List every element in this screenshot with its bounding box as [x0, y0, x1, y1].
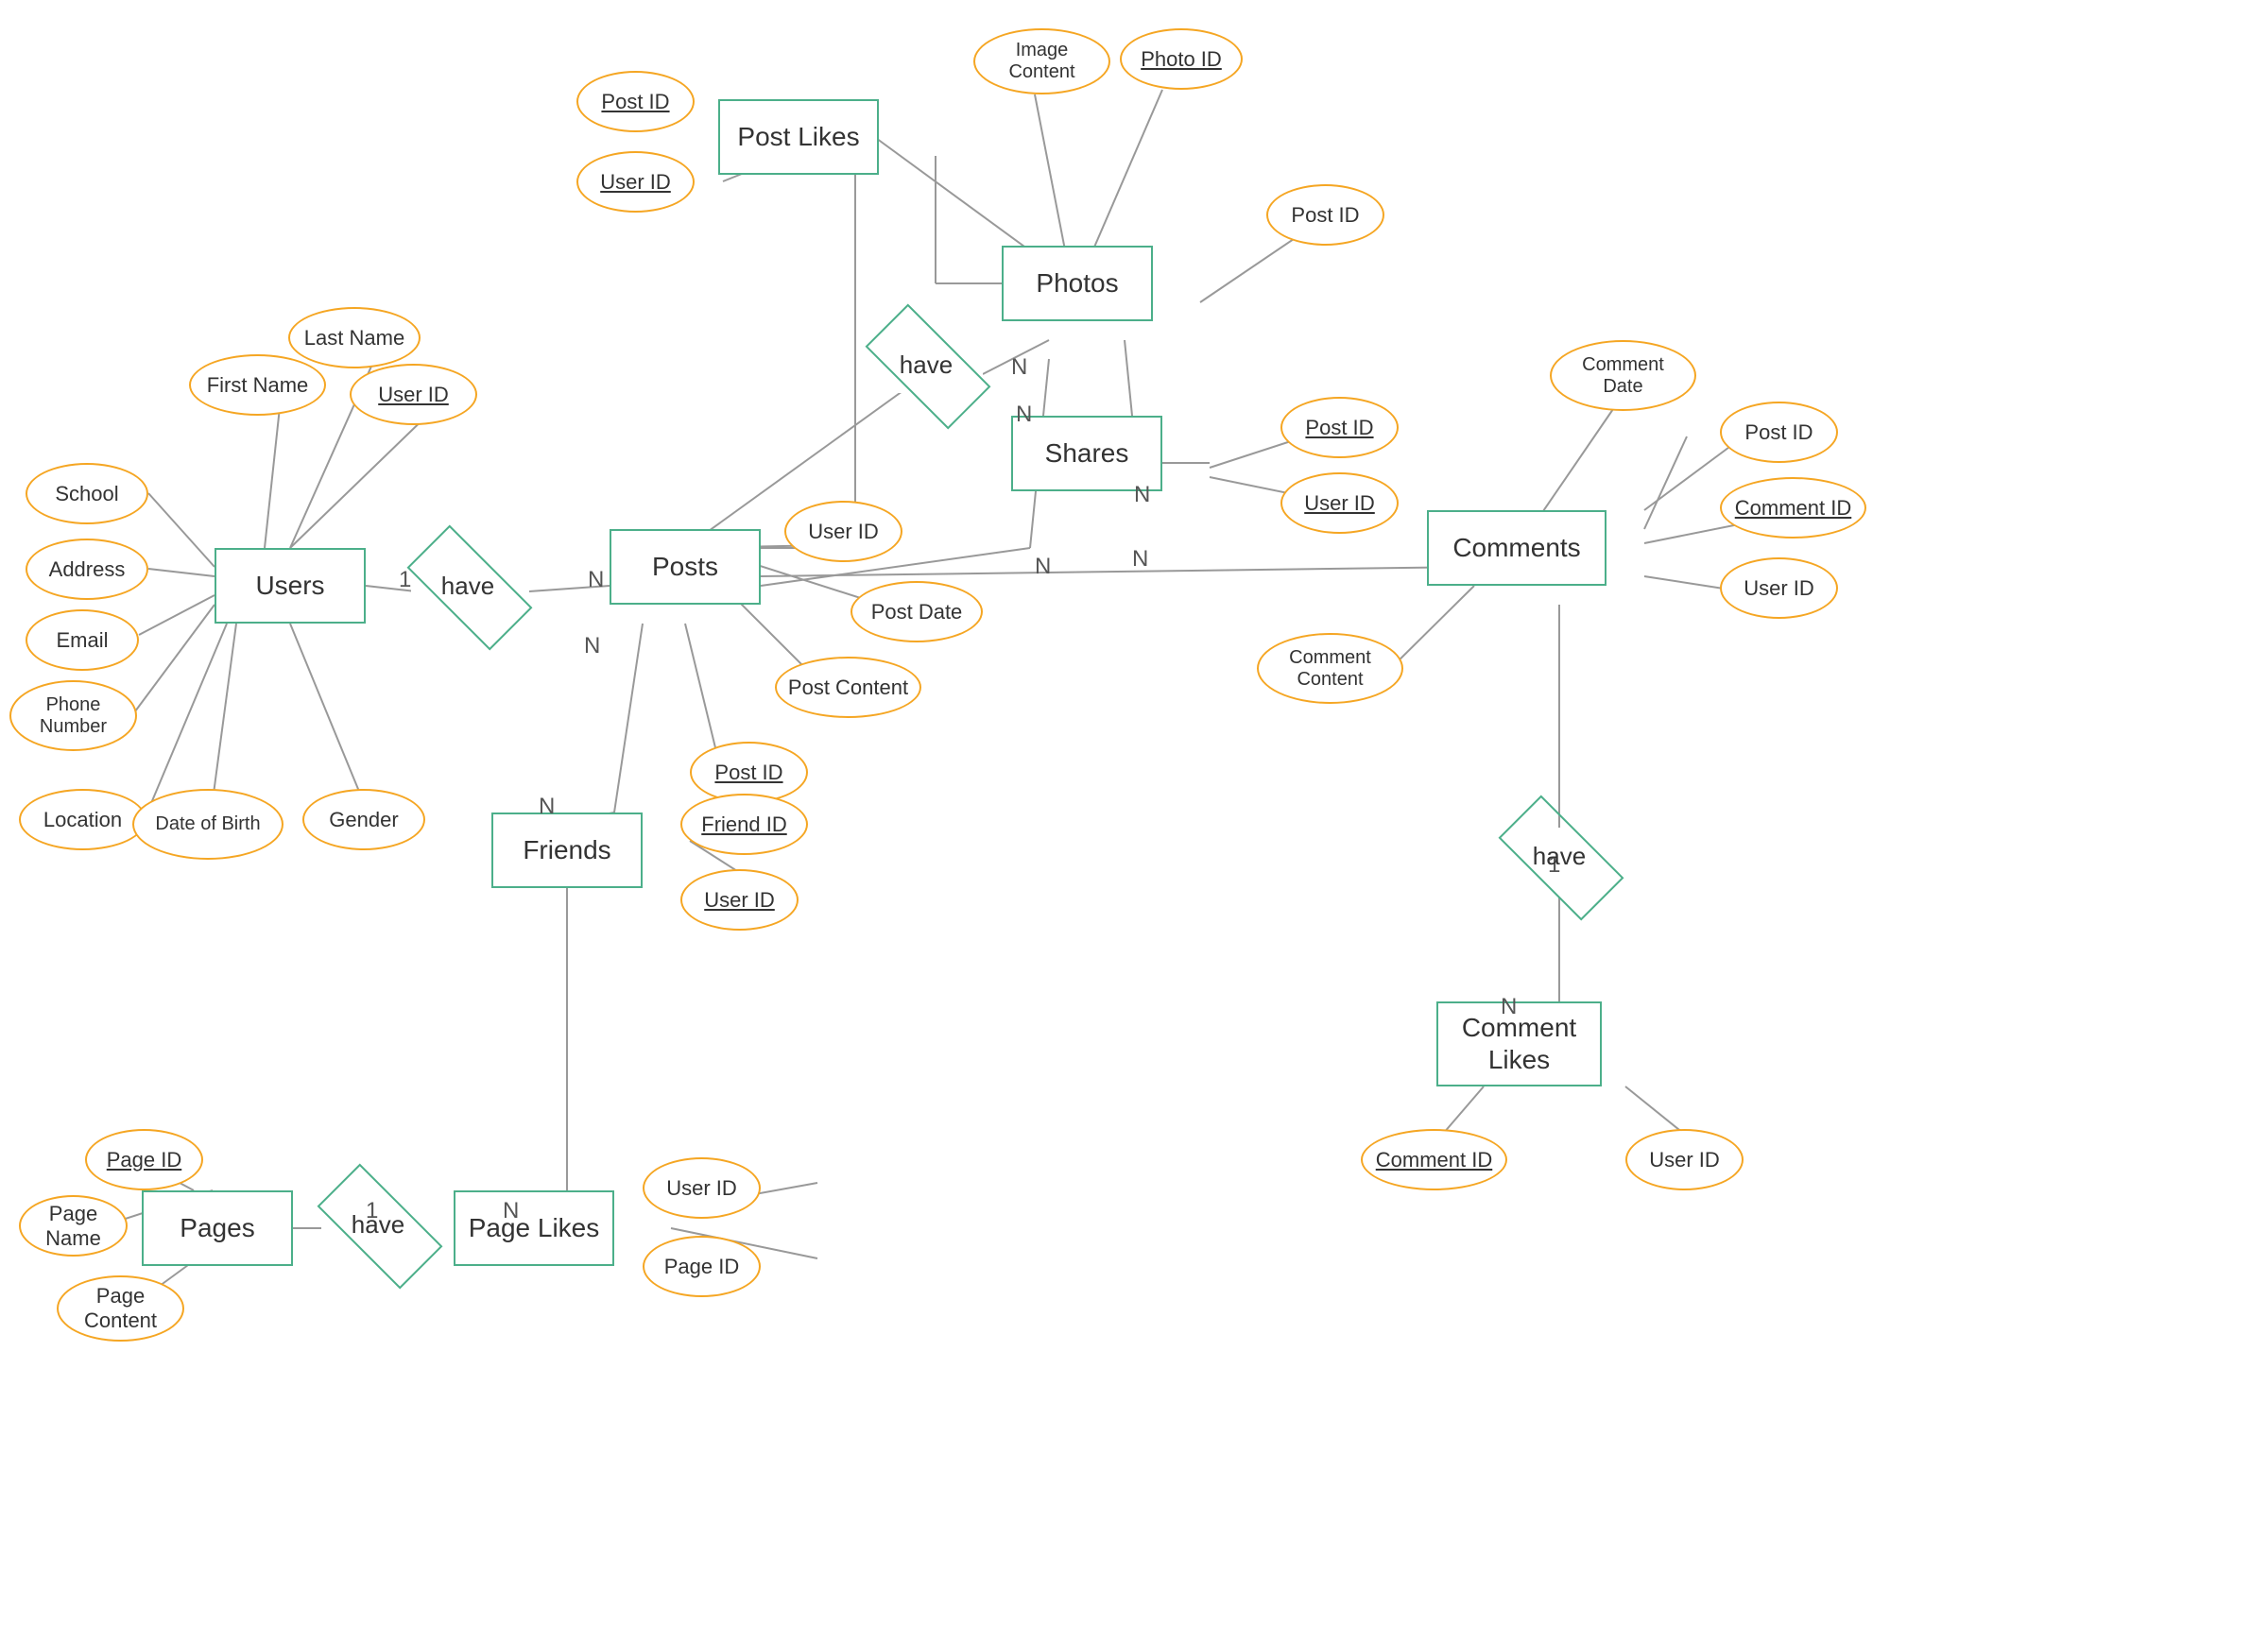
entity-pagelikes: Page Likes — [454, 1190, 614, 1266]
label-N-posts-comments: N — [1035, 554, 1051, 580]
attr-pageid-pagelikes: Page ID — [643, 1236, 761, 1297]
label-N-photos-comments: N — [1132, 546, 1148, 573]
attr-postid-photos: Post ID — [1266, 184, 1384, 246]
entity-shares: Shares — [1011, 416, 1162, 491]
label-1-users-posts: 1 — [399, 567, 411, 593]
attr-pagename: Page Name — [19, 1195, 128, 1257]
relationship-have-users-posts: have — [411, 557, 524, 614]
attr-userid-comments: User ID — [1720, 557, 1838, 619]
label-N-posts-friends2: N — [539, 794, 555, 820]
label-N-shares: N — [1134, 482, 1150, 508]
label-N-commentlikes: N — [1501, 994, 1517, 1020]
entity-commentlikes: CommentLikes — [1436, 1001, 1602, 1086]
attr-school: School — [26, 463, 148, 524]
attr-userid-cl: User ID — [1625, 1129, 1744, 1190]
attr-commentid-cl: Comment ID — [1361, 1129, 1507, 1190]
attr-postid-postlikes: Post ID — [576, 71, 695, 132]
attr-commentdate: CommentDate — [1550, 340, 1696, 411]
attr-friendid: Friend ID — [680, 794, 808, 855]
attr-postid-comments: Post ID — [1720, 402, 1838, 463]
attr-photoid: Photo ID — [1120, 28, 1243, 90]
entity-users: Users — [215, 548, 366, 624]
attr-address: Address — [26, 539, 148, 600]
entity-pages: Pages — [142, 1190, 293, 1266]
attr-userid-pagelikes: User ID — [643, 1157, 761, 1219]
attr-commentid-comments: Comment ID — [1720, 477, 1866, 539]
attr-gender: Gender — [302, 789, 425, 850]
attr-pagecontent: PageContent — [57, 1275, 184, 1342]
attr-userid-friends: User ID — [680, 869, 799, 931]
attr-imagecontent: ImageContent — [973, 28, 1110, 94]
attr-postdate: Post Date — [850, 581, 983, 642]
attr-lastname: Last Name — [288, 307, 421, 368]
label-N-posts-friends1: N — [584, 633, 600, 659]
attr-dob: Date of Birth — [132, 789, 284, 860]
attr-location: Location — [19, 789, 146, 850]
attr-postid-shares: Post ID — [1280, 397, 1399, 458]
entity-comments: Comments — [1427, 510, 1606, 586]
attr-commentcontent: CommentContent — [1257, 633, 1403, 704]
relationship-have-posts-photos: have — [869, 336, 983, 393]
label-N-posts-photos2: N — [1016, 402, 1032, 428]
attr-userid-users: User ID — [350, 364, 477, 425]
entity-photos: Photos — [1002, 246, 1153, 321]
er-diagram: Users Posts Friends Pages Page Likes Pho… — [0, 0, 2268, 1625]
attr-userid-shares: User ID — [1280, 472, 1399, 534]
label-N-pages: N — [503, 1198, 519, 1224]
attr-firstname: First Name — [189, 354, 326, 416]
entity-friends: Friends — [491, 812, 643, 888]
attr-pageid-pages: Page ID — [85, 1129, 203, 1190]
attr-phonenumber: PhoneNumber — [9, 680, 137, 751]
label-N-users-posts: N — [588, 567, 604, 593]
attr-userid-posts: User ID — [784, 501, 902, 562]
attr-email: Email — [26, 609, 139, 671]
entity-postlikes: Post Likes — [718, 99, 879, 175]
attr-userid-postlikes: User ID — [576, 151, 695, 213]
label-N-posts-photos1: N — [1011, 354, 1027, 381]
attr-postcontent: Post Content — [775, 657, 921, 718]
entity-posts: Posts — [610, 529, 761, 605]
